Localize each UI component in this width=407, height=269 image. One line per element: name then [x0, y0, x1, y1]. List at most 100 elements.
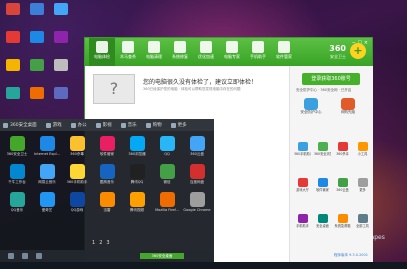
app-tile[interactable]: 360手机助手 — [62, 164, 92, 192]
app-tile[interactable]: 360安全卫士 — [2, 136, 32, 164]
tab-7[interactable]: 软件管家 — [271, 38, 297, 66]
desktop-bar-button[interactable]: 360安全桌面 — [140, 253, 184, 259]
app-tile[interactable]: 千牛工作台 — [2, 164, 32, 192]
app-tile[interactable]: QQ — [152, 136, 182, 164]
start-tab-label: 游戏 — [52, 123, 62, 128]
sidebar-tool-label: 360杀毒 — [336, 152, 349, 156]
start-tab-icon — [95, 122, 101, 128]
taskbar — [0, 262, 407, 269]
desktop-shortcut[interactable] — [50, 2, 72, 24]
app-icon — [39, 164, 55, 179]
sidebar-tool[interactable]: 系统急救箱 — [334, 214, 351, 228]
app-label: 腾讯视频 — [130, 208, 144, 212]
start-tab-5[interactable]: 购物 — [145, 122, 162, 128]
sidebar-tool-label: 小工具 — [357, 152, 368, 156]
desktop-shortcut[interactable] — [26, 2, 48, 24]
brand-logo-text: 360 — [329, 44, 346, 53]
desktop-shortcut[interactable] — [26, 86, 48, 108]
login-button[interactable]: 登录获取360账号 — [302, 73, 360, 85]
page-dot[interactable]: 3 — [106, 240, 109, 246]
sidebar-tool[interactable]: 360手机助手 — [294, 142, 311, 156]
start-tab-2[interactable]: 办公 — [70, 122, 87, 128]
app-grid: 360安全卫士 Internet Expl... 360杀毒 软件管家 360浏览器 QQ… — [2, 136, 212, 220]
start-tab-1[interactable]: 游戏 — [45, 122, 62, 128]
sidebar-tool[interactable]: 更多 — [354, 178, 371, 192]
tab-6[interactable]: 手机助手 — [245, 38, 271, 66]
sidebar-featured-item[interactable]: 安全防护中心 — [294, 98, 328, 115]
app-tile[interactable]: 爱奇艺 — [32, 192, 62, 220]
sidebar-featured-item[interactable]: 网购先赔 — [331, 98, 365, 115]
page-indicator[interactable]: 123 — [92, 240, 110, 246]
start-tab-label: 更多 — [177, 123, 187, 128]
app-icon — [159, 192, 175, 207]
tab-icon — [226, 41, 238, 53]
tab-2[interactable]: 电脑清理 — [141, 38, 167, 66]
app-tile[interactable]: Google Chrome — [182, 192, 212, 220]
tab-4[interactable]: 优化加速 — [193, 38, 219, 66]
sidebar-tool[interactable]: 游戏大厅 — [294, 178, 311, 192]
start-tab-3[interactable]: 影视 — [95, 122, 112, 128]
tab-3[interactable]: 系统修复 — [167, 38, 193, 66]
tab-1[interactable]: 木马查杀 — [115, 38, 141, 66]
app-tile[interactable]: 360浏览器 — [122, 136, 152, 164]
app-icon — [189, 192, 205, 207]
start-tab-label: 办公 — [77, 123, 87, 128]
tab-0[interactable]: 电脑体检 — [89, 38, 115, 66]
app-tile[interactable]: 网易云音乐 — [32, 164, 62, 192]
start-tab-4[interactable]: 音乐 — [120, 122, 137, 128]
desktop-shortcut[interactable] — [2, 2, 24, 24]
app-tile[interactable]: 360杀毒 — [62, 136, 92, 164]
page-dot[interactable]: 1 — [92, 240, 95, 246]
tab-5[interactable]: 电脑专家 — [219, 38, 245, 66]
desktop-shortcut-icon — [6, 87, 20, 99]
start-tab-label: 购物 — [152, 123, 162, 128]
start-tab-6[interactable]: 更多 — [170, 122, 187, 128]
sidebar-tool[interactable]: 软件管家 — [314, 178, 331, 192]
sidebar-tool[interactable]: 全部工具 — [354, 214, 371, 228]
sidebar-tool-label: 游戏大厅 — [296, 188, 309, 192]
desktop-shortcut[interactable] — [50, 58, 72, 80]
app-tile[interactable]: QQ音乐 — [2, 192, 32, 220]
app-icon — [189, 164, 205, 179]
power-icon[interactable] — [8, 253, 14, 259]
checkup-headline: 您的电脑很久没有体检了，建议立即体检！ — [143, 79, 258, 86]
page-dot[interactable]: 2 — [99, 240, 102, 246]
app-tile[interactable]: Internet Expl... — [32, 136, 62, 164]
start-tab-icon — [45, 122, 51, 128]
desktop-shortcut[interactable] — [50, 30, 72, 52]
brand-logo-subtitle: 安全卫士 — [330, 54, 346, 59]
start-tab-0[interactable]: 360安全桌面 — [3, 122, 37, 128]
tab-label: 系统修复 — [172, 54, 188, 59]
desktop-shortcut[interactable] — [2, 86, 24, 108]
app-tile[interactable]: 腾讯QQ — [122, 164, 152, 192]
app-tile[interactable]: 百度网盘 — [182, 164, 212, 192]
sidebar-featured-row: 安全防护中心 网购先赔 — [294, 98, 365, 115]
app-tile[interactable]: 360云盘 — [182, 136, 212, 164]
app-icon — [129, 136, 145, 151]
desktop-shortcut[interactable] — [2, 58, 24, 80]
app-tile[interactable]: 迅雷 — [92, 192, 122, 220]
desktop-shortcut[interactable] — [2, 30, 24, 52]
sidebar-featured-icon — [341, 98, 355, 110]
desktop-shortcut[interactable] — [26, 58, 48, 80]
desktop-shortcut-icon — [54, 59, 68, 71]
app-tile[interactable]: 微信 — [152, 164, 182, 192]
version-link[interactable]: 程序版本 9.3.0.2001 — [334, 253, 368, 258]
tab-label: 木马查杀 — [120, 54, 136, 59]
app-tile[interactable]: QQ游戏 — [62, 192, 92, 220]
app-tile[interactable]: 腾讯视频 — [122, 192, 152, 220]
sidebar-tool[interactable]: 360杀毒 — [334, 142, 351, 156]
sidebar-tool[interactable]: 手机助手 — [294, 214, 311, 228]
sidebar-tool[interactable]: 360安全浏览器 — [314, 142, 331, 156]
app-tile[interactable]: 酷狗音乐 — [92, 164, 122, 192]
sidebar-tool[interactable]: 安全桌面 — [314, 214, 331, 228]
desktop-shortcut[interactable] — [26, 30, 48, 52]
sidebar-tool[interactable]: 小工具 — [354, 142, 371, 156]
sidebar-tool[interactable]: 360云盘 — [334, 178, 351, 192]
desktop-shortcut[interactable] — [50, 86, 72, 108]
folder-icon[interactable] — [36, 253, 42, 259]
app-tile[interactable]: Mozilla Firef... — [152, 192, 182, 220]
desktop-shortcut-icon — [30, 59, 44, 71]
app-tile[interactable]: 软件管家 — [92, 136, 122, 164]
settings-icon[interactable] — [22, 253, 28, 259]
